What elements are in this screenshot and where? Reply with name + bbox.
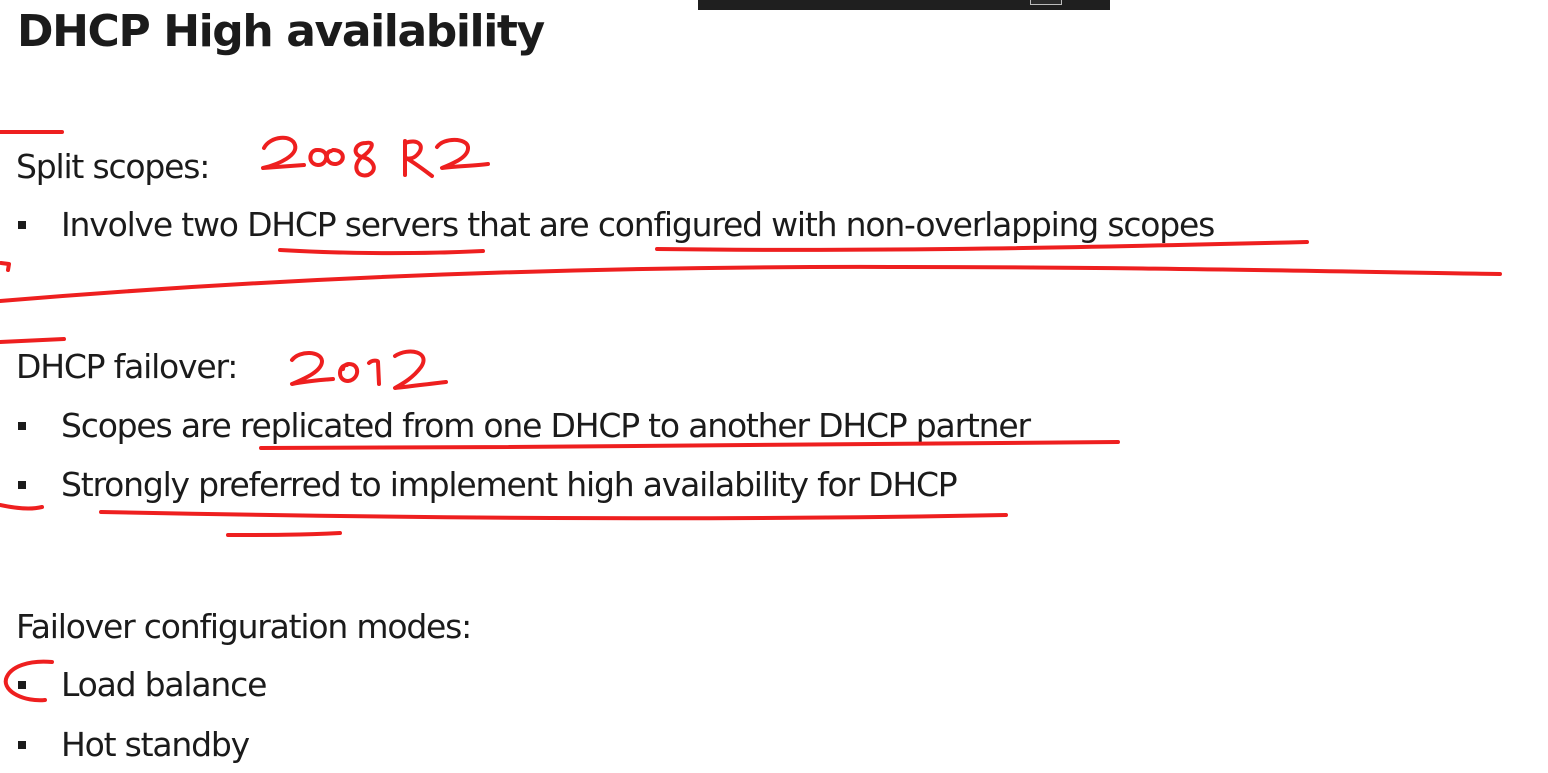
underline-dhcp-servers [278, 248, 485, 256]
bullet-marker [18, 681, 26, 689]
bullet-marker [18, 422, 26, 430]
heading-failover-modes: Failover configuration modes: [16, 607, 472, 646]
heading-dhcp-failover: DHCP failover: [16, 347, 238, 386]
circle-mark-load-balance [3, 659, 54, 703]
bullet-marker [18, 741, 26, 749]
heading-split-scopes: Split scopes: [16, 147, 210, 186]
bullet-text: Strongly preferred to implement high ava… [61, 465, 958, 504]
bullet-text: Involve two DHCP servers that are config… [61, 205, 1215, 244]
bullet-marker [18, 481, 26, 489]
bullet-marker [18, 221, 26, 229]
separator-line [0, 264, 1502, 303]
window-control-button[interactable] [1030, 0, 1062, 5]
tick-mark-strongly-preferred [0, 503, 44, 511]
tick-mark-left-edge [0, 261, 11, 272]
bullet-text: Load balance [61, 665, 267, 704]
bullet-text: Scopes are replicated from one DHCP to a… [61, 406, 1031, 445]
underline-preferred [99, 510, 1008, 521]
handwritten-note-2012 [290, 349, 448, 390]
bullet-text: Hot standby [61, 725, 250, 764]
handwritten-note-2008r2 [261, 135, 490, 178]
tick-mark-dhcp-failover [0, 337, 66, 344]
window-control-bar [698, 0, 1110, 10]
slide-title: DHCP High availability [17, 6, 545, 57]
underline-preferred-short [226, 531, 342, 537]
